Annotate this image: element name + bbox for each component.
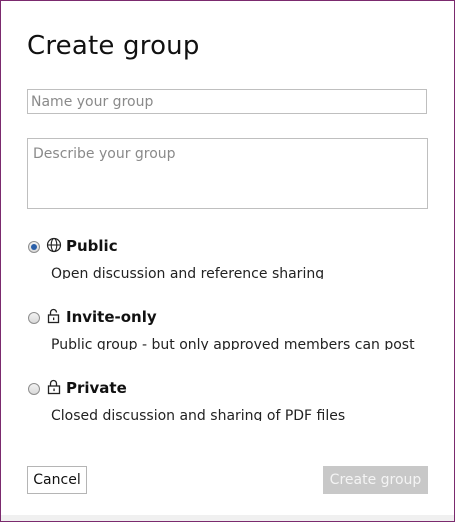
group-description-input[interactable]	[27, 138, 428, 209]
create-group-button[interactable]: Create group	[323, 466, 428, 494]
unlocked-padlock-icon	[46, 308, 62, 324]
privacy-option-public[interactable]: Public Open discussion and reference sha…	[27, 234, 427, 290]
radio-invite-only[interactable]	[28, 312, 40, 324]
option-description-private: Closed discussion and sharing of PDF fil…	[51, 408, 346, 421]
option-description-invite-only: Public group - but only approved members…	[51, 337, 415, 350]
globe-icon	[46, 237, 62, 253]
option-label-private: Private	[66, 379, 127, 397]
radio-public[interactable]	[28, 241, 40, 253]
dialog-title: Create group	[27, 31, 200, 61]
create-group-dialog: Create group Public Open discussion and …	[0, 0, 455, 522]
option-description-public: Open discussion and reference sharing	[51, 266, 325, 279]
privacy-option-invite-only[interactable]: Invite-only Public group - but only appr…	[27, 305, 427, 361]
option-label-invite-only: Invite-only	[66, 308, 157, 326]
radio-private[interactable]	[28, 383, 40, 395]
dialog-bottom-edge	[1, 515, 454, 521]
group-name-input[interactable]	[27, 89, 427, 114]
cancel-button[interactable]: Cancel	[27, 466, 87, 494]
locked-padlock-icon	[46, 379, 62, 395]
privacy-option-private[interactable]: Private Closed discussion and sharing of…	[27, 376, 427, 432]
option-label-public: Public	[66, 237, 118, 255]
